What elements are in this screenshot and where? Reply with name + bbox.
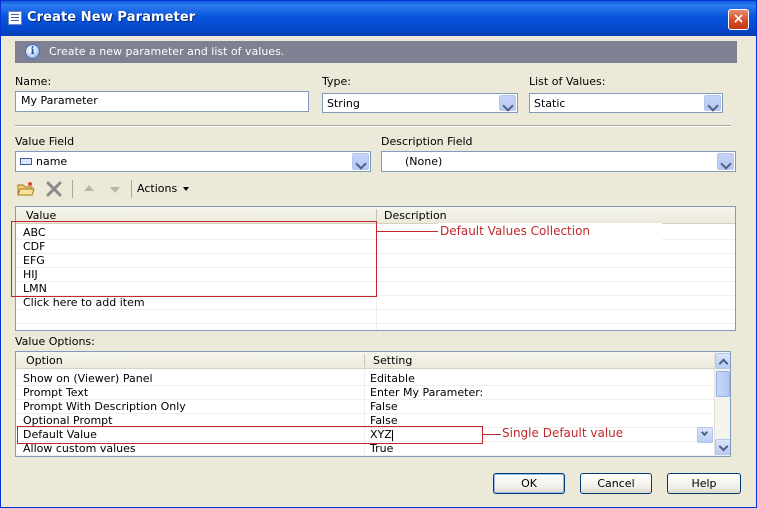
option-setting[interactable]: Editable [370,372,415,385]
option-name: Prompt Text [23,386,89,399]
annotation-box-default-values [11,221,377,297]
chevron-down-icon[interactable] [717,153,734,170]
list-of-values-value: Static [534,97,566,110]
open-folder-icon[interactable] [17,181,35,197]
parameter-icon [8,11,22,25]
field-icon [20,157,32,165]
header-divider [364,354,365,367]
value-options-scrollbar[interactable] [714,352,730,456]
column-header-setting[interactable]: Setting [373,354,412,367]
window-title: Create New Parameter [27,10,196,25]
annotation-line [483,434,501,435]
move-up-icon[interactable] [80,181,98,197]
list-of-values-label: List of Values: [529,75,606,88]
description-field-label: Description Field [381,135,473,148]
move-down-icon[interactable] [106,181,124,197]
info-icon: i [25,44,40,59]
chevron-down-icon[interactable] [499,95,516,111]
scroll-down-icon[interactable] [715,439,730,455]
help-button[interactable]: Help [667,473,741,494]
annotation-single-default: Single Default value [502,426,624,440]
scrollbar-thumb[interactable] [716,371,730,397]
type-select-value: String [327,97,360,110]
option-setting[interactable]: Enter My Parameter: [370,386,483,399]
toolbar-separator [72,180,73,198]
option-row[interactable]: Prompt With Description Only False [16,400,714,414]
value-options-label: Value Options: [15,335,95,348]
delete-icon[interactable] [45,181,63,197]
info-text: Create a new parameter and list of value… [49,45,285,58]
default-value-dropdown[interactable] [697,427,713,443]
option-name: Show on (Viewer) Panel [23,372,153,385]
actions-label: Actions [137,182,178,195]
value-field-value: name [20,155,67,168]
chevron-down-icon [700,428,709,437]
option-row[interactable]: Show on (Viewer) Panel Editable [16,372,714,386]
title-bar: Create New Parameter × [1,1,756,36]
toolbar-separator [131,180,132,198]
chevron-down-icon[interactable] [704,95,721,111]
cancel-button[interactable]: Cancel [580,473,652,494]
separator [15,125,731,127]
description-field-select[interactable]: (None) [381,151,736,172]
scroll-up-icon[interactable] [715,353,730,369]
type-select[interactable]: String [322,93,518,113]
add-item-text[interactable]: Click here to add item [23,296,145,309]
annotation-box-default-value [17,426,483,444]
value-field-text: name [36,155,68,168]
column-header-option[interactable]: Option [26,354,63,367]
option-row[interactable]: Prompt Text Enter My Parameter: [16,386,714,400]
type-label: Type: [322,75,351,88]
column-header-description[interactable]: Description [384,209,447,222]
add-item-row[interactable]: Click here to add item [16,296,735,310]
create-new-parameter-dialog: Create New Parameter × i Create a new pa… [0,0,757,508]
annotation-line [377,231,438,232]
name-input[interactable]: My Parameter [15,91,309,112]
ok-button[interactable]: OK [493,473,565,494]
annotation-default-values: Default Values Collection [440,224,591,238]
empty-row [16,310,735,324]
values-toolbar: Actions [15,179,215,199]
chevron-down-icon[interactable] [352,153,369,170]
actions-menu-button[interactable]: Actions [137,182,190,195]
description-field-value: (None) [405,155,443,168]
info-banner: i Create a new parameter and list of val… [15,41,737,63]
value-field-select[interactable]: name [15,151,371,172]
value-options-header: Option Setting [16,352,714,369]
option-setting[interactable]: False [370,400,398,413]
list-of-values-select[interactable]: Static [529,93,723,113]
chevron-down-icon [183,187,190,191]
name-label: Name: [15,75,52,88]
close-button[interactable]: × [728,9,749,30]
option-row[interactable]: Allow custom values True [16,442,714,456]
option-name: Prompt With Description Only [23,400,186,413]
value-field-label: Value Field [15,135,75,148]
